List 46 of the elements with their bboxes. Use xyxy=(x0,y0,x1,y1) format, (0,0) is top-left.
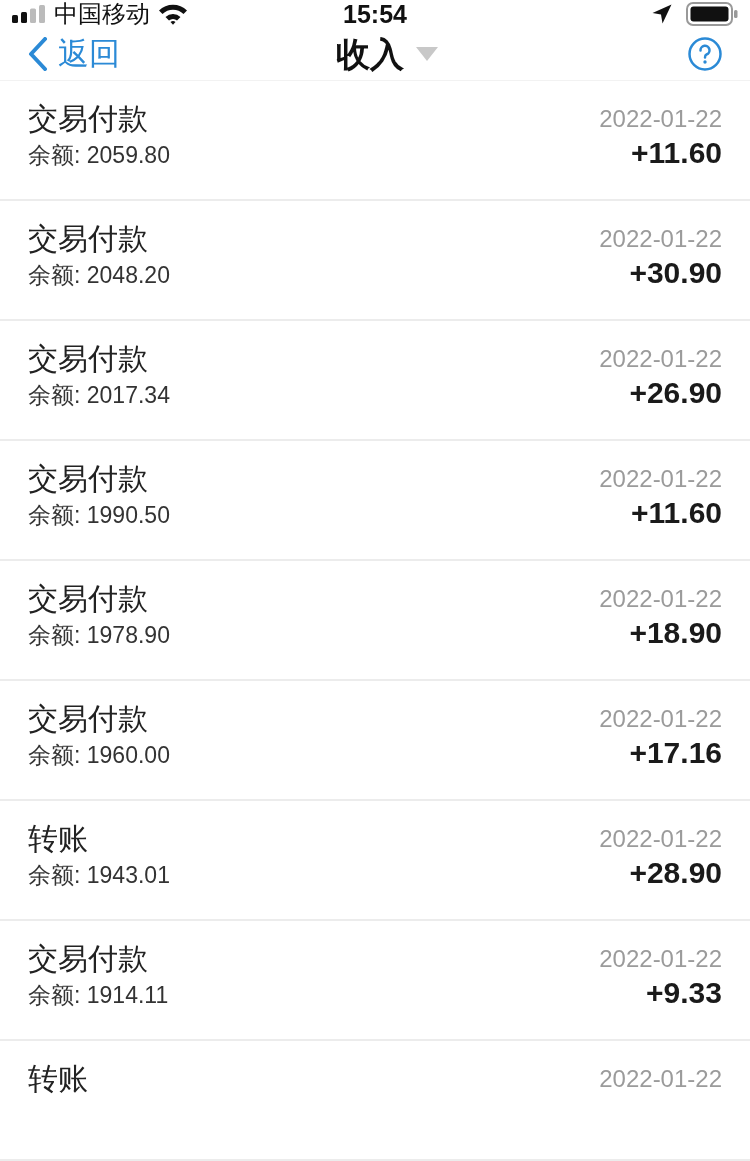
help-icon xyxy=(688,37,722,71)
transaction-date: 2022-01-22 xyxy=(599,104,722,134)
balance-text: 余额: 1943.01 xyxy=(28,861,170,889)
transaction-date: 2022-01-22 xyxy=(599,224,722,254)
transaction-title: 交易付款 xyxy=(28,701,149,737)
transaction-title: 转账 xyxy=(28,821,89,857)
transaction-amount: +9.33 xyxy=(646,976,722,1010)
transaction-date: 2022-01-22 xyxy=(599,344,722,374)
transaction-title: 交易付款 xyxy=(28,461,149,497)
wifi-icon xyxy=(158,3,188,25)
location-arrow-icon xyxy=(652,4,672,24)
carrier-name: 中国移动 xyxy=(54,0,150,28)
transaction-title: 交易付款 xyxy=(28,341,149,377)
transaction-amount: +26.90 xyxy=(629,376,722,410)
transaction-amount: +18.90 xyxy=(629,616,722,650)
transaction-amount: +17.16 xyxy=(629,736,722,770)
transaction-date: 2022-01-22 xyxy=(599,1064,722,1094)
transaction-amount: +11.60 xyxy=(631,136,722,170)
balance-text: 余额: 1990.50 xyxy=(28,501,170,529)
battery-icon xyxy=(686,2,738,26)
transaction-title: 转账 xyxy=(28,1061,88,1097)
transaction-date: 2022-01-22 xyxy=(599,584,722,614)
status-time: 15:54 xyxy=(343,0,407,28)
balance-text: 余额: 1978.90 xyxy=(28,621,170,649)
transaction-title: 交易付款 xyxy=(28,221,149,257)
transaction-date: 2022-01-22 xyxy=(599,944,722,974)
help-button[interactable] xyxy=(688,37,722,71)
transaction-date: 2022-01-22 xyxy=(599,464,722,494)
balance-text: 余额: 2017.34 xyxy=(28,381,170,409)
transaction-date: 2022-01-22 xyxy=(599,824,722,854)
balance-text: 余额: 2059.80 xyxy=(28,141,170,169)
transaction-title: 交易付款 xyxy=(28,101,149,137)
balance-text: 余额: 1960.00 xyxy=(28,741,170,769)
transaction-title: 交易付款 xyxy=(28,941,149,977)
transaction-title: 交易付款 xyxy=(28,581,149,617)
balance-text: 余额: 2048.20 xyxy=(28,261,170,289)
dropdown-triangle-icon xyxy=(416,47,438,61)
signal-icon xyxy=(12,5,46,23)
back-button[interactable]: 返回 xyxy=(28,36,188,72)
transaction-amount: +11.60 xyxy=(631,496,722,530)
transaction-date: 2022-01-22 xyxy=(599,704,722,734)
balance-text: 余额: 1914.11 xyxy=(28,981,169,1009)
transaction-amount: +30.90 xyxy=(629,256,722,290)
transaction-amount: +28.90 xyxy=(629,856,722,890)
chevron-left-icon xyxy=(28,37,48,71)
title-dropdown[interactable]: 收入 xyxy=(312,34,438,74)
